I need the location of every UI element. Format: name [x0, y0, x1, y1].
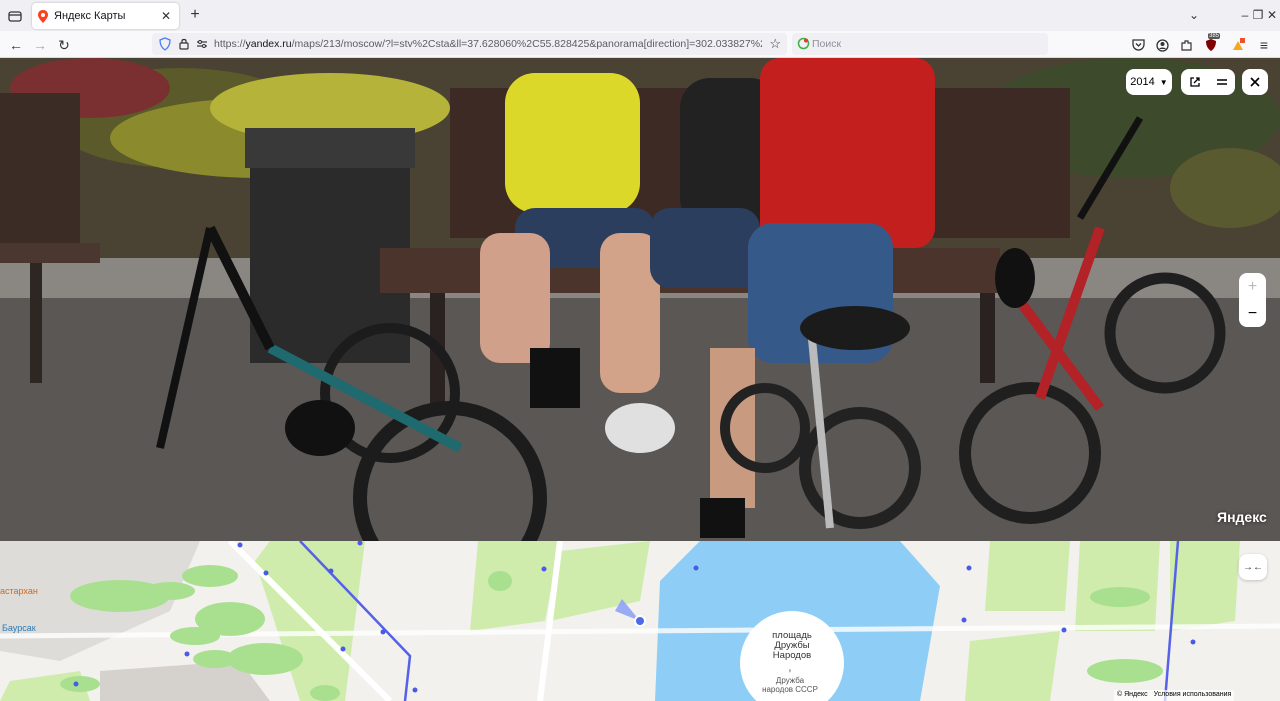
extension-2-icon[interactable] — [1228, 35, 1248, 55]
year-selector[interactable]: 2014 ▼ — [1126, 69, 1172, 95]
url-host: yandex.ru — [245, 38, 292, 50]
square-label[interactable]: площадь Дружбы Народов — [752, 631, 832, 661]
panorama-image[interactable] — [0, 58, 1280, 541]
layers-menu-icon[interactable] — [1208, 69, 1235, 95]
square-label-line: Народов — [772, 650, 812, 661]
url-path: /maps/213/moscow/?l=stv%2Csta&ll=37.6280… — [291, 38, 762, 50]
lock-icon[interactable] — [177, 37, 191, 51]
url-text[interactable]: https://yandex.ru/maps/213/moscow/?l=stv… — [214, 38, 762, 50]
permissions-icon[interactable] — [195, 37, 209, 51]
window-close-icon[interactable]: ✕ — [1264, 6, 1280, 24]
nav-bar: ← → ↻ https://yandex.ru/maps/213/moscow/… — [0, 31, 1280, 58]
zoom-in-button[interactable]: + — [1239, 273, 1266, 300]
collapse-map-icon[interactable]: →← — [1239, 554, 1267, 580]
forward-icon[interactable]: → — [30, 35, 50, 55]
account-icon[interactable] — [1152, 35, 1172, 55]
tab-bar: Яндекс Карты ✕ + ⌄ – ❐ ✕ — [0, 0, 1280, 31]
zoom-control: + − — [1239, 273, 1266, 327]
url-prefix: https:// — [214, 38, 246, 50]
terms-link[interactable]: Условия использования — [1154, 691, 1232, 700]
monument-icon: ♀ — [787, 668, 793, 675]
monument-label[interactable]: ♀ Дружба народов СССР — [750, 667, 830, 694]
extensions-icon[interactable] — [1176, 35, 1196, 55]
bookmark-star-icon[interactable]: ☆ — [769, 36, 781, 52]
search-bar[interactable]: Поиск — [792, 33, 1048, 55]
zoom-out-button[interactable]: − — [1239, 300, 1266, 327]
chevron-down-icon: ▼ — [1159, 77, 1168, 87]
year-label: 2014 — [1130, 76, 1155, 88]
tab-yandex-maps[interactable]: Яндекс Карты ✕ — [32, 3, 179, 29]
street-panorama[interactable]: 2014 ▼ + − Яндекс — [0, 58, 1280, 541]
search-input[interactable]: Поиск — [812, 38, 841, 50]
extension-badge: 385 — [1208, 33, 1221, 39]
tab-list-icon[interactable] — [4, 5, 26, 27]
panorama-toolbar — [1181, 69, 1235, 95]
tab-close-icon[interactable]: ✕ — [159, 9, 173, 23]
tracking-shield-icon[interactable] — [158, 37, 172, 51]
url-bar[interactable]: https://yandex.ru/maps/213/moscow/?l=stv… — [152, 33, 787, 55]
search-engine-icon — [797, 37, 810, 50]
tab-title: Яндекс Карты — [54, 10, 126, 22]
map-poi-label[interactable]: Баурсак — [2, 623, 36, 633]
map-copyright: © Яндекс Условия использования — [1114, 690, 1235, 701]
tab-overflow-chevron-icon[interactable]: ⌄ — [1186, 6, 1202, 24]
copyright-text: © Яндекс — [1117, 691, 1148, 698]
mini-map[interactable]: астархан Баурсак площадь Дружбы Народов … — [0, 541, 1280, 701]
monument-label-line: Дружба — [775, 676, 805, 685]
yandex-maps-favicon-icon — [38, 9, 48, 23]
map-poi-label[interactable]: астархан — [0, 586, 38, 596]
close-panorama-icon[interactable] — [1242, 69, 1268, 95]
reload-icon[interactable]: ↻ — [54, 35, 74, 55]
ublock-icon[interactable]: 385 — [1201, 33, 1221, 55]
menu-icon[interactable]: ≡ — [1254, 35, 1274, 55]
pocket-icon[interactable] — [1128, 35, 1148, 55]
new-tab-icon[interactable]: + — [186, 6, 204, 24]
yandex-logo: Яндекс — [1217, 509, 1267, 525]
open-external-icon[interactable] — [1181, 69, 1208, 95]
monument-label-line: народов СССР — [762, 685, 818, 694]
map-canvas[interactable] — [0, 541, 1280, 701]
back-icon[interactable]: ← — [6, 35, 26, 55]
